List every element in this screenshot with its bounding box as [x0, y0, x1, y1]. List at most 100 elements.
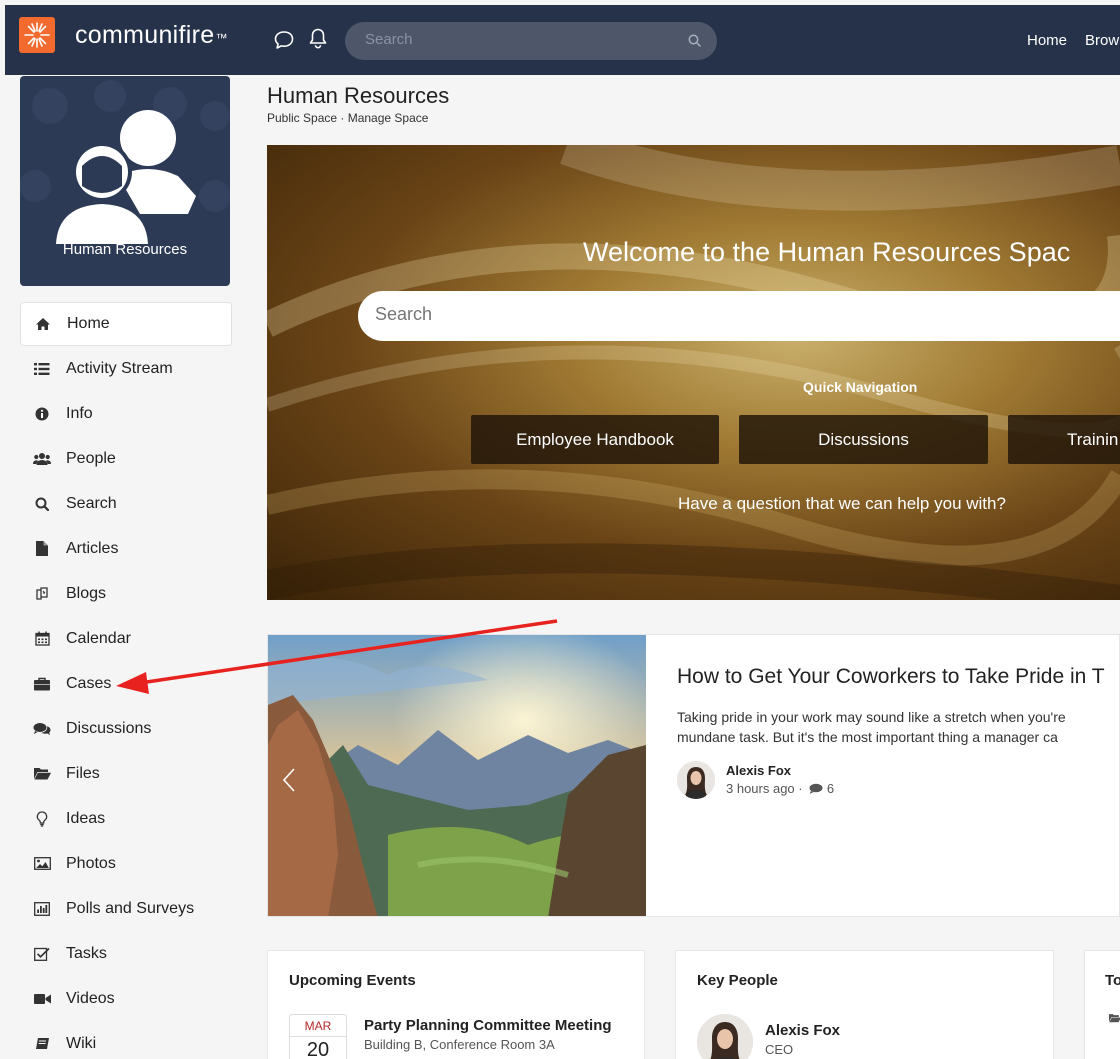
sidebar-item-label: Files	[66, 764, 100, 782]
space-subtitle-links[interactable]: Public Space · Manage Space	[267, 111, 428, 125]
card-title: Upcoming Events	[289, 972, 416, 989]
sidebar-item-polls-and-surveys[interactable]: Polls and Surveys	[20, 886, 232, 931]
person-portrait-icon	[677, 761, 715, 799]
training-button[interactable]: Trainin	[1008, 415, 1120, 464]
featured-article-meta: 3 hours ago · 6	[726, 781, 834, 796]
home-icon	[33, 316, 53, 332]
sidebar-item-label: Tasks	[66, 944, 107, 962]
sidebar-item-activity-stream[interactable]: Activity Stream	[20, 346, 232, 391]
sidebar-item-blogs[interactable]: Blogs	[20, 571, 232, 616]
featured-article-title[interactable]: How to Get Your Coworkers to Take Pride …	[677, 665, 1105, 689]
checkbox-icon	[32, 946, 52, 962]
sidebar-item-label: Articles	[66, 539, 119, 557]
communifire-logo-icon[interactable]	[19, 17, 55, 53]
sidebar-item-label: Discussions	[66, 719, 152, 737]
card-title: Key People	[697, 972, 778, 989]
info-icon	[32, 406, 52, 422]
event-month: MAR	[290, 1015, 346, 1037]
brand-name[interactable]: communifire™	[75, 21, 228, 50]
sidebar-item-files[interactable]: Files	[20, 751, 232, 796]
sidebar-item-label: Photos	[66, 854, 116, 872]
chat-bubble-icon[interactable]	[273, 29, 295, 51]
discussions-button[interactable]: Discussions	[739, 415, 988, 464]
space-navigation: Home Activity Stream Info People Search …	[20, 302, 232, 1059]
search-icon[interactable]	[688, 34, 701, 47]
photo-icon	[32, 856, 52, 872]
global-search-input[interactable]	[365, 31, 685, 48]
card-title: To	[1105, 972, 1120, 989]
chevron-left-icon[interactable]	[282, 767, 296, 793]
welcome-hero-banner: Welcome to the Human Resources Spac Quic…	[267, 145, 1120, 600]
comment-icon	[809, 783, 823, 794]
key-person-name[interactable]: Alexis Fox	[765, 1022, 840, 1039]
sidebar-item-cases[interactable]: Cases	[20, 661, 232, 706]
comment-count[interactable]: 6	[827, 781, 834, 796]
sidebar-item-people[interactable]: People	[20, 436, 232, 481]
sidebar-item-label: Videos	[66, 989, 115, 1007]
nav-link-browse[interactable]: Brow	[1085, 32, 1119, 49]
sidebar-item-search[interactable]: Search	[20, 481, 232, 526]
key-people-card: Key People Alexis Fox CEO	[675, 950, 1054, 1059]
blog-icon	[32, 586, 52, 602]
folder-icon	[1109, 1014, 1120, 1023]
sidebar-item-label: Info	[66, 404, 93, 422]
book-icon	[32, 1036, 52, 1052]
briefcase-icon	[32, 676, 52, 692]
employee-handbook-button[interactable]: Employee Handbook	[471, 415, 719, 464]
nav-link-home[interactable]: Home	[1027, 32, 1067, 49]
event-location: Building B, Conference Room 3A	[364, 1037, 555, 1052]
sidebar-item-label: Activity Stream	[66, 359, 173, 377]
key-person-role: CEO	[765, 1042, 794, 1057]
top-links: Home Brow	[1027, 32, 1120, 49]
sidebar-item-discussions[interactable]: Discussions	[20, 706, 232, 751]
hero-search-box[interactable]	[358, 291, 1120, 341]
sidebar-item-wiki[interactable]: Wiki	[20, 1021, 232, 1059]
sidebar-item-tasks[interactable]: Tasks	[20, 931, 232, 976]
hero-search-input[interactable]	[375, 304, 975, 325]
trademark-mark: ™	[215, 31, 228, 45]
list-icon	[32, 361, 52, 377]
featured-article-author[interactable]: Alexis Fox	[726, 763, 791, 778]
meta-separator: ·	[798, 781, 807, 796]
hero-question-text: Have a question that we can help you wit…	[678, 494, 1006, 513]
sidebar-item-label: Wiki	[66, 1034, 97, 1052]
mountain-landscape-image	[268, 635, 646, 916]
sidebar-item-label: Search	[66, 494, 117, 512]
sidebar-item-label: Blogs	[66, 584, 107, 602]
featured-article-image[interactable]	[268, 635, 646, 916]
author-avatar[interactable]	[677, 761, 715, 799]
sidebar-item-label: Cases	[66, 674, 112, 692]
sidebar-item-calendar[interactable]: Calendar	[20, 616, 232, 661]
abstract-wave-background	[267, 145, 1120, 600]
post-time: 3 hours ago	[726, 781, 795, 796]
sidebar-item-ideas[interactable]: Ideas	[20, 796, 232, 841]
search-icon	[32, 496, 52, 512]
upcoming-events-card: Upcoming Events MAR 20 Party Planning Co…	[267, 950, 645, 1059]
page-title: Human Resources	[267, 83, 450, 108]
hero-title: Welcome to the Human Resources Spac	[583, 237, 1071, 267]
person-portrait-icon	[697, 1014, 753, 1059]
featured-article-card[interactable]: How to Get Your Coworkers to Take Pride …	[267, 634, 1120, 917]
sidebar-item-info[interactable]: Info	[20, 391, 232, 436]
lightbulb-icon	[32, 810, 52, 827]
event-day: 20	[306, 1039, 330, 1059]
sidebar-item-photos[interactable]: Photos	[20, 841, 232, 886]
excerpt-line: mundane task. But it's the most importan…	[677, 729, 1058, 745]
people-icon	[32, 451, 52, 467]
event-title[interactable]: Party Planning Committee Meeting	[364, 1017, 612, 1034]
brand-text: communifire	[75, 21, 215, 49]
bell-icon[interactable]	[307, 27, 329, 49]
featured-article-excerpt: Taking pride in your work may sound like…	[677, 707, 1119, 747]
space-avatar-tile[interactable]: Human Resources	[20, 76, 230, 286]
calendar-icon	[32, 631, 52, 647]
sidebar-item-articles[interactable]: Articles	[20, 526, 232, 571]
bar-chart-icon	[32, 901, 52, 917]
global-search-box[interactable]	[345, 22, 717, 60]
comments-icon	[32, 721, 52, 737]
key-person-avatar[interactable]	[697, 1014, 753, 1059]
sidebar-item-home[interactable]: Home	[20, 302, 232, 346]
folder-icon	[32, 766, 52, 782]
sidebar-item-label: Ideas	[66, 809, 106, 827]
sidebar-item-videos[interactable]: Videos	[20, 976, 232, 1021]
sidebar-item-label: Calendar	[66, 629, 131, 647]
